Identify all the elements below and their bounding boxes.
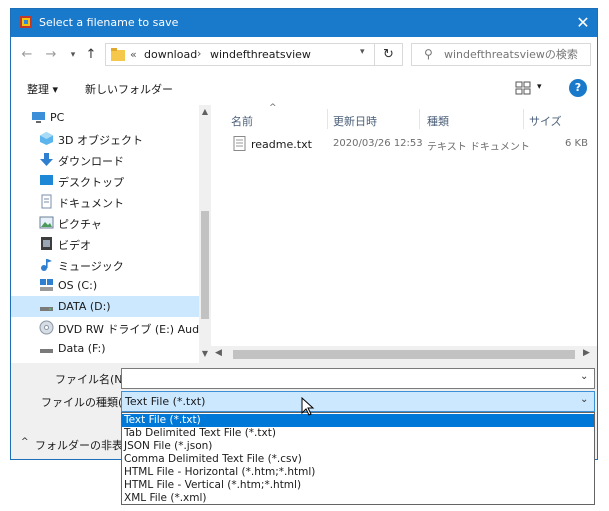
filetype-option[interactable]: HTML File - Horizontal (*.htm;*.html) <box>122 466 594 479</box>
filetype-option[interactable]: Text File (*.txt) <box>122 414 594 427</box>
view-dropdown-icon[interactable]: ▾ <box>537 82 542 92</box>
download-icon <box>40 153 53 166</box>
nav-item-data-d[interactable]: DATA (D:) <box>11 296 199 317</box>
nav-item-data-f[interactable]: Data (F:) <box>11 338 199 359</box>
desktop-icon <box>40 175 53 185</box>
filetype-option[interactable]: Comma Delimited Text File (*.csv) <box>122 453 594 466</box>
mouse-cursor-icon <box>301 397 315 416</box>
up-arrow-icon[interactable]: ↑ <box>83 45 99 65</box>
sort-ascending-icon: ^ <box>269 103 277 113</box>
command-bar: 整理 ▾ 新しいフォルダー ▾ ? <box>11 73 597 105</box>
view-options-icon[interactable] <box>515 81 531 95</box>
nav-item-videos[interactable]: ビデオ <box>11 233 199 254</box>
file-type: テキスト ドキュメント <box>427 142 530 153</box>
filetype-option[interactable]: XML File (*.xml) <box>122 492 594 505</box>
file-size: 6 KB <box>565 138 588 149</box>
filetype-value: Text File (*.txt) <box>125 395 206 408</box>
text-file-icon <box>233 136 246 151</box>
nav-item-downloads[interactable]: ダウンロード <box>11 149 199 170</box>
pictures-icon <box>39 216 54 229</box>
document-icon <box>41 194 52 209</box>
help-icon[interactable]: ? <box>569 79 587 97</box>
nav-item-documents[interactable]: ドキュメント <box>11 191 199 212</box>
drive-d-icon <box>40 307 53 311</box>
breadcrumb-separator-icon: › <box>197 47 202 60</box>
column-header-name[interactable]: 名前 <box>231 113 253 129</box>
title-bar[interactable]: Select a filename to save ✕ <box>11 9 597 37</box>
nav-item-desktop[interactable]: デスクトップ <box>11 170 199 191</box>
search-input[interactable] <box>442 46 590 63</box>
filetype-option[interactable]: Tab Delimited Text File (*.txt) <box>122 427 594 440</box>
file-name: readme.txt <box>251 138 312 151</box>
back-arrow-icon[interactable]: ← <box>19 45 35 65</box>
app-icon <box>20 16 32 28</box>
music-icon <box>41 259 52 271</box>
video-icon <box>41 237 52 250</box>
column-divider[interactable] <box>327 109 328 129</box>
breadcrumb-windefthreatsview[interactable]: windefthreatsview <box>210 48 311 61</box>
new-folder-button[interactable]: 新しいフォルダー <box>85 81 173 97</box>
chevron-down-icon[interactable]: ⌄ <box>580 371 588 382</box>
filename-input[interactable] <box>125 371 569 388</box>
nav-item-pc[interactable]: PC <box>11 107 199 128</box>
chevron-down-icon[interactable]: ⌄ <box>580 394 588 405</box>
column-header-modified[interactable]: 更新日時 <box>333 113 377 129</box>
dvd-icon <box>39 320 54 335</box>
nav-item-dvd-e[interactable]: DVD RW ドライブ (E:) Audio CD <box>11 317 228 338</box>
filename-label: ファイル名(N): <box>55 373 131 386</box>
filetype-option[interactable]: JSON File (*.json) <box>122 440 594 453</box>
chevron-up-icon[interactable]: ^ <box>21 437 29 447</box>
address-overflow[interactable]: « <box>130 48 137 61</box>
nav-item-3d-objects[interactable]: 3D オブジェクト <box>11 128 199 149</box>
address-bar[interactable]: « download › windefthreatsview ▾ <box>105 43 375 66</box>
hide-folders-button[interactable]: フォルダーの非表示 <box>35 437 134 453</box>
close-button[interactable]: ✕ <box>571 12 595 34</box>
3d-objects-icon <box>40 132 53 145</box>
drive-c-icon <box>40 279 53 291</box>
refresh-button[interactable]: ↻ <box>375 43 403 66</box>
filetype-select[interactable]: Text File (*.txt) ⌄ <box>121 391 595 412</box>
folder-icon <box>111 48 125 61</box>
recent-chevron-icon[interactable]: ▾ <box>65 45 81 65</box>
nav-scroll-thumb[interactable] <box>201 211 209 319</box>
file-horizontal-scrollbar[interactable]: ◀ ▶ <box>211 346 597 363</box>
column-divider[interactable] <box>419 109 420 129</box>
filename-combobox[interactable]: ⌄ <box>121 368 595 389</box>
breadcrumb-download[interactable]: download <box>144 48 197 61</box>
search-icon: ⚲ <box>424 47 433 61</box>
filetype-dropdown-list: Text File (*.txt) Tab Delimited Text Fil… <box>121 412 595 505</box>
organize-button[interactable]: 整理 ▾ <box>27 81 58 97</box>
column-header-size[interactable]: サイズ <box>529 113 562 129</box>
file-modified: 2020/03/26 12:53 <box>333 138 423 149</box>
file-row[interactable]: readme.txt 2020/03/26 12:53 テキスト ドキュメント … <box>227 133 593 155</box>
pc-icon <box>32 112 45 123</box>
scroll-right-icon[interactable]: ▶ <box>583 348 590 358</box>
nav-item-pictures[interactable]: ピクチャ <box>11 212 199 233</box>
column-divider[interactable] <box>523 109 524 129</box>
scroll-left-icon[interactable]: ◀ <box>215 348 222 358</box>
scroll-down-icon[interactable]: ▼ <box>199 349 211 358</box>
forward-arrow-icon[interactable]: → <box>43 45 59 65</box>
save-dialog: Select a filename to save ✕ ← → ▾ ↑ « do… <box>10 8 598 505</box>
search-box[interactable]: ⚲ <box>411 43 591 66</box>
nav-scrollbar[interactable]: ▲ ▼ <box>199 105 211 363</box>
nav-item-os-c[interactable]: OS (C:) <box>11 275 199 296</box>
nav-item-music[interactable]: ミュージック <box>11 254 199 275</box>
drive-f-icon <box>40 349 53 353</box>
address-dropdown-icon[interactable]: ▾ <box>360 47 365 57</box>
window-title: Select a filename to save <box>39 16 179 29</box>
scroll-up-icon[interactable]: ▲ <box>199 107 211 116</box>
filetype-option[interactable]: HTML File - Vertical (*.htm;*.html) <box>122 479 594 492</box>
navigation-bar: ← → ▾ ↑ « download › windefthreatsview ▾… <box>11 37 597 73</box>
column-header-type[interactable]: 種類 <box>427 113 449 129</box>
horizontal-scroll-thumb[interactable] <box>233 350 575 359</box>
file-list-pane: ^ 名前 更新日時 種類 サイズ readme.txt 2020/03/26 1… <box>211 103 597 363</box>
